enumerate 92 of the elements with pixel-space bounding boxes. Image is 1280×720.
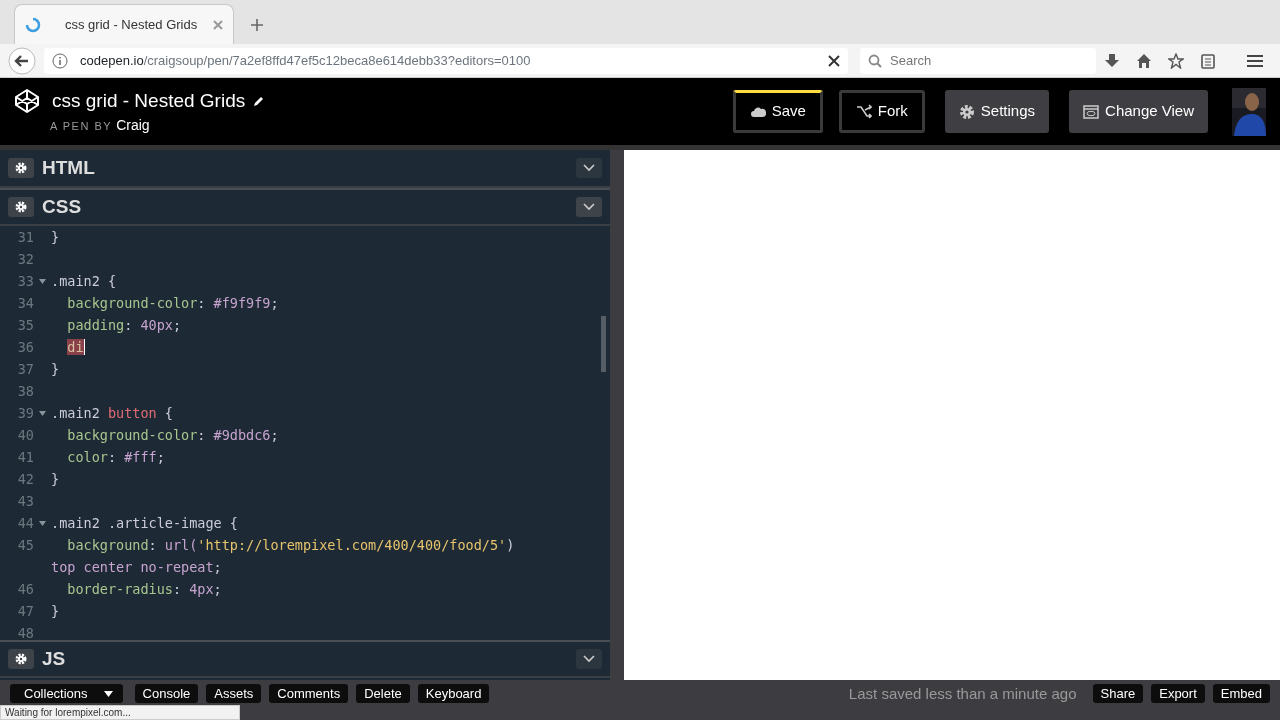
window-icon: [1083, 103, 1100, 120]
list-icon[interactable]: [1200, 52, 1216, 69]
line-number: 42: [16, 470, 34, 489]
line-number: 31: [16, 228, 34, 247]
line-number: 37: [16, 360, 34, 379]
code-line: color: #fff;: [66, 448, 165, 467]
collapse-button[interactable]: [576, 649, 602, 669]
line-number: 36: [16, 338, 34, 357]
code-line: .main2 button {: [51, 404, 173, 423]
code-line: }: [51, 602, 60, 621]
code-line: .main2 {: [51, 272, 117, 291]
chevron-down-icon: [583, 203, 595, 211]
fork-button[interactable]: Fork: [838, 90, 925, 133]
scrollbar[interactable]: [601, 316, 606, 372]
footer-button[interactable]: Delete: [356, 684, 410, 703]
editor-title: CSS: [42, 194, 82, 219]
home-icon[interactable]: [1136, 52, 1152, 69]
pencil-icon[interactable]: [253, 95, 266, 107]
download-icon[interactable]: [1104, 52, 1120, 69]
line-number: 34: [16, 294, 34, 313]
gear-icon: [15, 162, 27, 174]
code-line: border-radius: 4px;: [66, 580, 222, 599]
fold-arrow-icon[interactable]: [39, 520, 46, 526]
line-number: 46: [16, 580, 34, 599]
save-button[interactable]: Save: [732, 90, 823, 133]
byline-label: A PEN BY: [50, 119, 113, 135]
code-line: padding: 40px;: [66, 316, 182, 335]
settings-button[interactable]: [8, 197, 34, 217]
code-line: }: [51, 228, 60, 247]
line-number: 47: [16, 602, 34, 621]
browser-tab[interactable]: css grid - Nested Grids: [14, 4, 234, 44]
cube-logo-icon: [14, 88, 40, 114]
code-line: }: [51, 360, 60, 379]
line-number: 44: [16, 514, 34, 533]
line-number: 38: [16, 382, 34, 401]
footer-button[interactable]: Comments: [269, 684, 349, 703]
line-number: 33: [16, 272, 34, 291]
code-line: top center no-repeat;: [51, 558, 222, 577]
line-number: 41: [16, 448, 34, 467]
gear-icon: [958, 103, 975, 120]
dropdown-button[interactable]: Collections: [10, 684, 123, 703]
star-icon[interactable]: [1168, 52, 1184, 69]
footer-button[interactable]: Console: [134, 684, 199, 703]
fold-arrow-icon[interactable]: [39, 410, 46, 416]
save-status: Last saved less than a minute ago: [848, 684, 1077, 703]
search-icon: [868, 53, 883, 68]
settings-button[interactable]: [8, 158, 34, 178]
close-icon[interactable]: [828, 54, 841, 67]
line-number: 45: [16, 536, 34, 555]
footer-button[interactable]: Assets: [206, 684, 262, 703]
gear-icon: [15, 653, 27, 665]
line-number: 48: [16, 624, 34, 640]
splitter-handle[interactable]: [610, 150, 624, 680]
code-line: }: [51, 470, 60, 489]
code-line: background: url('http://lorempixel.com/400/400/food/5'): [66, 536, 515, 555]
editor-title: HTML: [42, 155, 95, 180]
chevron-down-icon: [583, 655, 595, 663]
line-number: 40: [16, 426, 34, 445]
info-icon: [52, 52, 68, 69]
editor-header[interactable]: CSS: [0, 188, 610, 226]
chevron-down-icon: [583, 164, 595, 172]
line-number: 32: [16, 250, 34, 269]
caret-icon: [103, 690, 113, 697]
status-tooltip: Waiting for lorempixel.com...: [0, 705, 240, 720]
code-line: background-color: #9dbdc6;: [66, 426, 279, 445]
settings-button[interactable]: [8, 649, 34, 669]
editor-title: JS: [42, 646, 66, 671]
fold-arrow-icon[interactable]: [39, 278, 46, 284]
search-field[interactable]: Search: [860, 47, 1096, 74]
gear-icon: [15, 201, 27, 213]
address-bar[interactable]: codepen.io/craigsoup/pen/7a2ef8ffd47ef5c12beca8e614debb33?editors=0100: [44, 47, 849, 74]
collapse-button[interactable]: [576, 197, 602, 217]
menu-icon[interactable]: [1246, 52, 1264, 69]
pen-title: css grid - Nested Grids: [52, 88, 246, 113]
line-number: 35: [16, 316, 34, 335]
line-number: 39: [16, 404, 34, 423]
footer-button[interactable]: Export: [1151, 684, 1205, 703]
fork-icon: [855, 103, 872, 120]
back-icon[interactable]: [8, 46, 36, 75]
footer-button[interactable]: Embed: [1212, 684, 1270, 703]
view-button[interactable]: Change View: [1069, 90, 1208, 133]
code-line: background-color: #f9f9f9;: [66, 294, 279, 313]
url-text: codepen.io/craigsoup/pen/7a2ef8ffd47ef5c12beca8e614debb33?editors=0100: [80, 51, 532, 70]
code-line: .main2 .article-image {: [51, 514, 238, 533]
footer-button[interactable]: Share: [1092, 684, 1144, 703]
collapse-button[interactable]: [576, 158, 602, 178]
author-link[interactable]: Craig: [116, 115, 150, 137]
footer-button[interactable]: Keyboard: [417, 684, 490, 703]
settings-button[interactable]: Settings: [944, 90, 1050, 133]
line-number: 43: [16, 492, 34, 511]
editor-header[interactable]: JS: [0, 640, 610, 678]
new-tab-icon[interactable]: [250, 18, 264, 32]
